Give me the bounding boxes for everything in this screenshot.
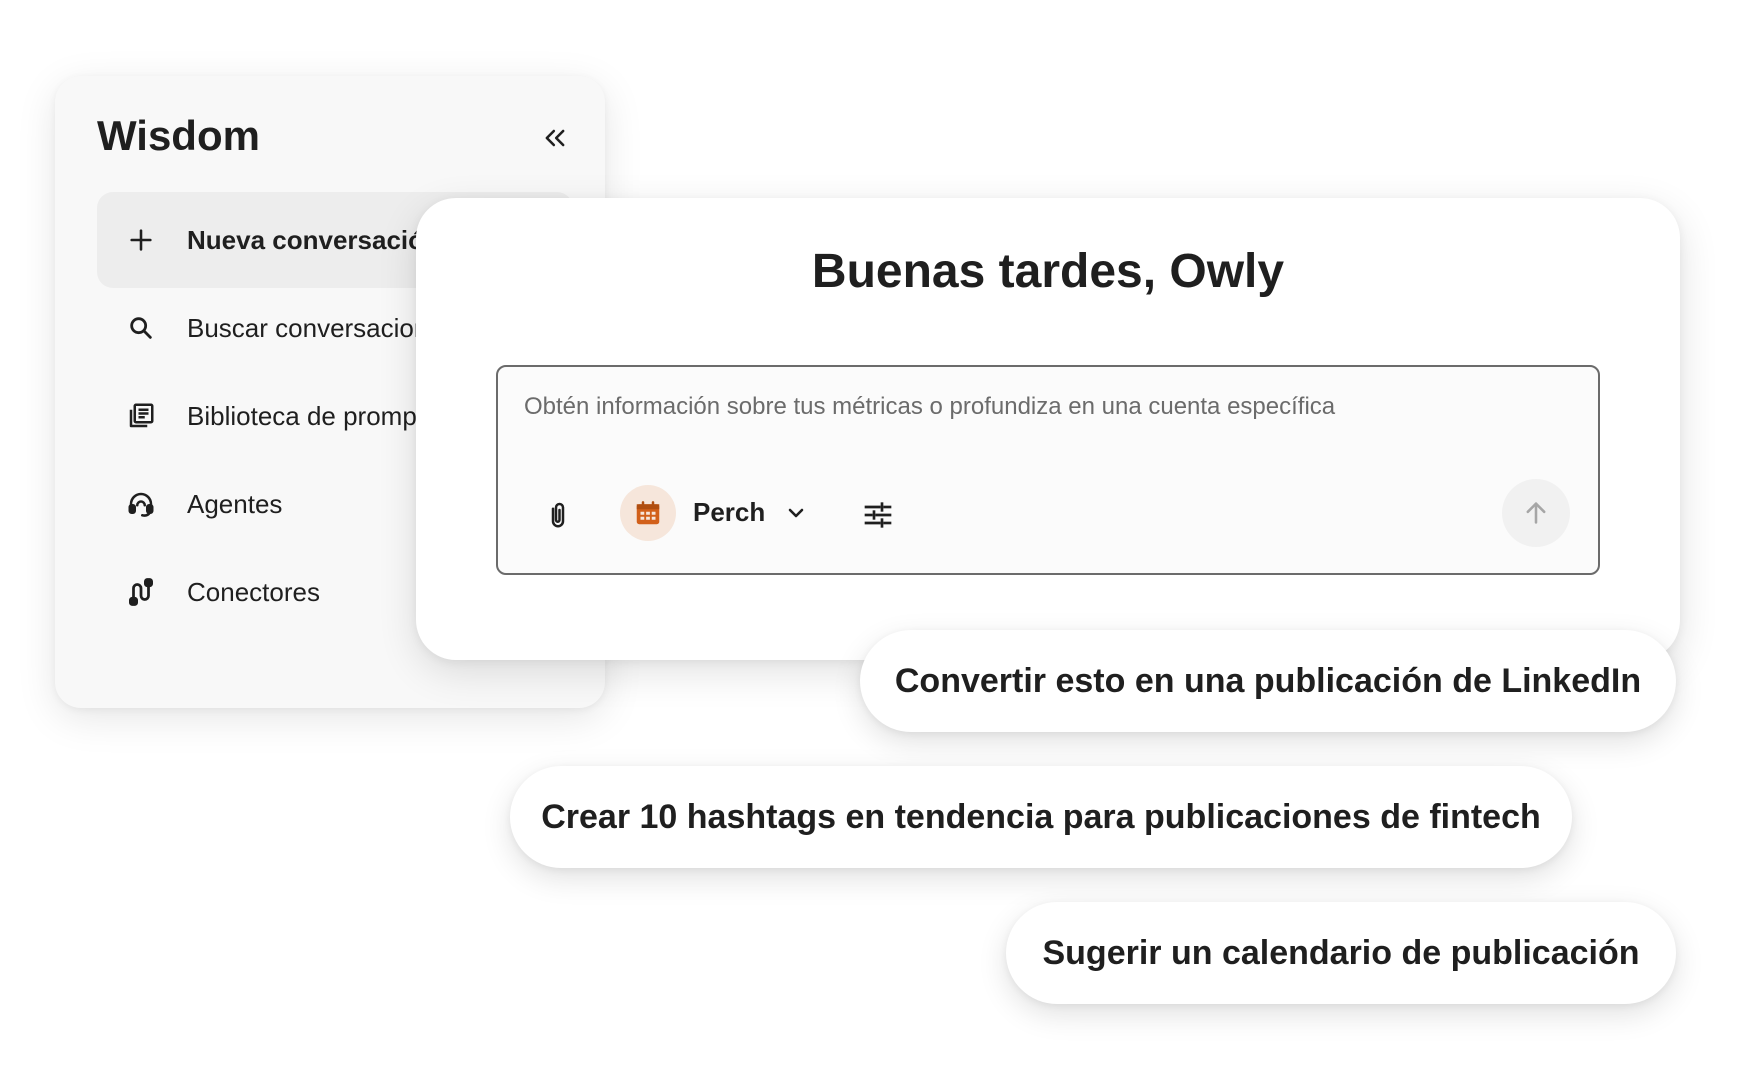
sidebar-item-label: Conectores	[187, 576, 320, 607]
stage: Wisdom Nueva conversación Buscar convers…	[0, 0, 1740, 1071]
prompt-composer[interactable]: Obtén información sobre tus métricas o p…	[496, 365, 1600, 575]
account-avatar[interactable]	[620, 485, 676, 541]
paperclip-icon	[551, 502, 565, 528]
chevron-down-icon	[788, 508, 804, 518]
search-icon	[123, 310, 159, 346]
sidebar-item-label: Nueva conversación	[187, 224, 440, 255]
main-chat-card: Buenas tardes, Owly Obtén información so…	[416, 198, 1680, 660]
sidebar-item-label: Biblioteca de prompts	[187, 400, 438, 431]
double-chevron-left-icon	[545, 129, 565, 147]
prompt-input-placeholder[interactable]: Obtén información sobre tus métricas o p…	[524, 393, 1335, 421]
plus-icon	[123, 222, 159, 258]
suggestion-chip[interactable]: Convertir esto en una publicación de Lin…	[860, 630, 1676, 732]
library-icon	[123, 398, 159, 434]
agent-headset-icon	[123, 486, 159, 522]
send-button[interactable]	[1502, 479, 1570, 547]
attach-button[interactable]	[538, 495, 578, 535]
sidebar-item-label: Agentes	[187, 488, 283, 519]
connectors-icon	[123, 574, 159, 610]
collapse-sidebar-button[interactable]	[537, 120, 573, 156]
account-dropdown-button[interactable]	[780, 497, 812, 529]
account-selector-label[interactable]: Perch	[693, 497, 765, 528]
sidebar-title: Wisdom	[97, 112, 260, 159]
suggestion-chip[interactable]: Sugerir un calendario de publicación	[1006, 902, 1676, 1004]
greeting-heading: Buenas tardes, Owly	[811, 245, 1285, 298]
calendar-icon	[636, 501, 660, 525]
sliders-icon	[864, 502, 892, 528]
suggestion-chip[interactable]: Crear 10 hashtags en tendencia para publ…	[510, 766, 1572, 868]
settings-button[interactable]	[858, 495, 898, 535]
arrow-up-icon	[1526, 502, 1546, 524]
